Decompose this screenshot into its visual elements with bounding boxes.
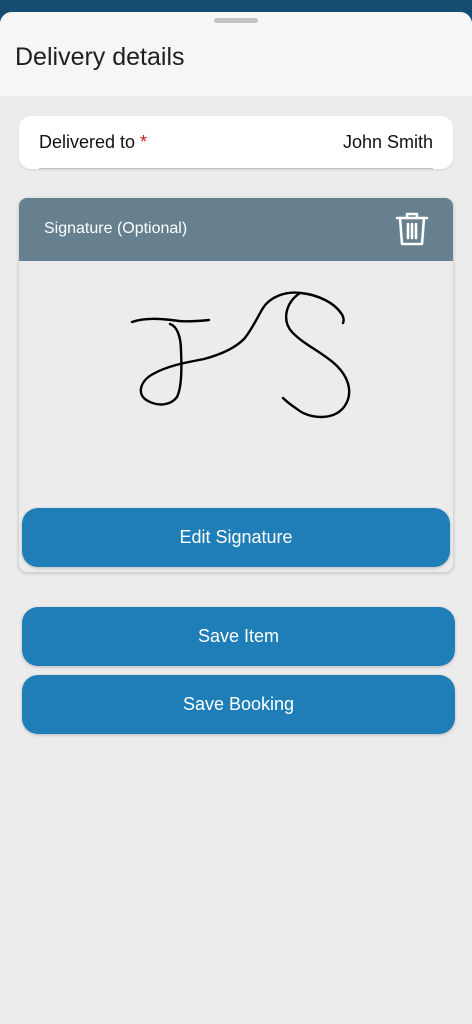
delivered-to-field[interactable]: Delivered to * John Smith bbox=[19, 116, 453, 169]
page-title: Delivery details bbox=[15, 43, 185, 71]
delivered-to-label: Delivered to * bbox=[39, 132, 147, 153]
delivery-details-sheet: Delivery details Delivered to * John Smit… bbox=[0, 12, 472, 1024]
signature-image bbox=[130, 291, 351, 419]
field-underline bbox=[39, 168, 433, 169]
save-item-button[interactable]: Save Item bbox=[22, 607, 455, 666]
sheet-header: Delivery details bbox=[0, 12, 472, 96]
save-booking-button[interactable]: Save Booking bbox=[22, 675, 455, 734]
delivered-to-label-text: Delivered to bbox=[39, 132, 136, 152]
drag-handle[interactable] bbox=[214, 18, 258, 23]
signature-pad[interactable] bbox=[19, 261, 453, 506]
signature-header: Signature (Optional) bbox=[19, 198, 453, 261]
signature-card: Signature (Optional) Edit Signature bbox=[19, 198, 453, 572]
delivered-to-value[interactable]: John Smith bbox=[343, 132, 433, 153]
signature-title: Signature (Optional) bbox=[44, 220, 188, 237]
required-marker: * bbox=[140, 132, 148, 152]
edit-signature-button[interactable]: Edit Signature bbox=[22, 508, 450, 567]
trash-icon[interactable] bbox=[395, 211, 429, 247]
